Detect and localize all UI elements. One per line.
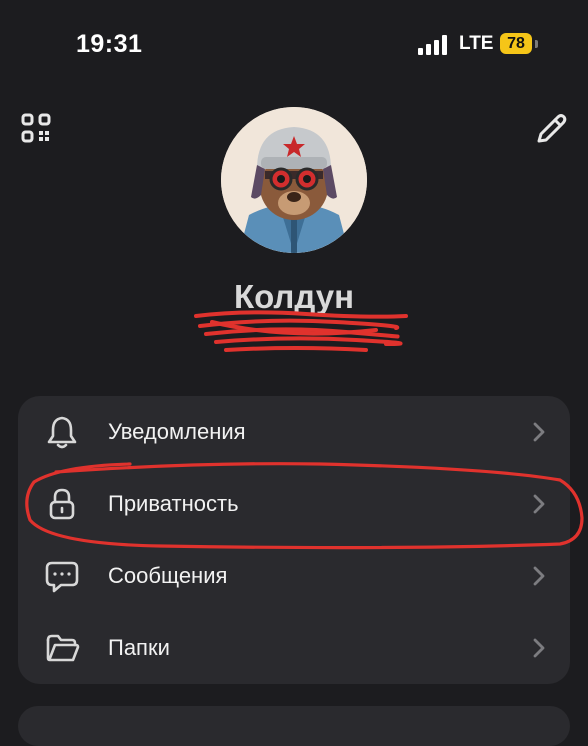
chevron-right-icon xyxy=(533,638,545,658)
redaction-scribble xyxy=(194,310,408,352)
next-section-card xyxy=(18,706,570,746)
menu-item-label: Уведомления xyxy=(108,419,246,444)
menu-item-privacy[interactable]: Приватность xyxy=(18,468,570,540)
menu-item-notifications[interactable]: Уведомления xyxy=(18,396,570,468)
menu-item-label: Папки xyxy=(108,635,170,660)
chevron-right-icon xyxy=(533,566,545,586)
signal-strength-icon xyxy=(418,35,447,55)
qr-code-icon[interactable] xyxy=(20,112,52,144)
folder-icon xyxy=(46,634,80,662)
battery-tip xyxy=(535,40,538,48)
pencil-icon[interactable] xyxy=(534,112,568,146)
network-type: LTE xyxy=(459,33,494,54)
battery-icon: 78 xyxy=(500,33,542,55)
bell-icon xyxy=(47,416,77,449)
menu-item-label: Приватность xyxy=(108,491,239,516)
bear-avatar-illustration xyxy=(221,107,367,253)
status-bar: 19:31 LTE 78 xyxy=(0,0,588,90)
menu-item-label: Сообщения xyxy=(108,563,228,588)
lock-icon xyxy=(49,488,75,520)
avatar[interactable] xyxy=(221,107,367,253)
message-icon xyxy=(45,561,79,593)
battery-level: 78 xyxy=(507,35,525,52)
chevron-right-icon xyxy=(533,494,545,514)
status-time: 19:31 xyxy=(76,30,143,58)
chevron-right-icon xyxy=(533,422,545,442)
menu-item-messages[interactable]: Сообщения xyxy=(18,540,570,612)
settings-menu: Уведомления Приватность Сообщения Папки xyxy=(18,396,570,684)
menu-item-folders[interactable]: Папки xyxy=(18,612,570,684)
